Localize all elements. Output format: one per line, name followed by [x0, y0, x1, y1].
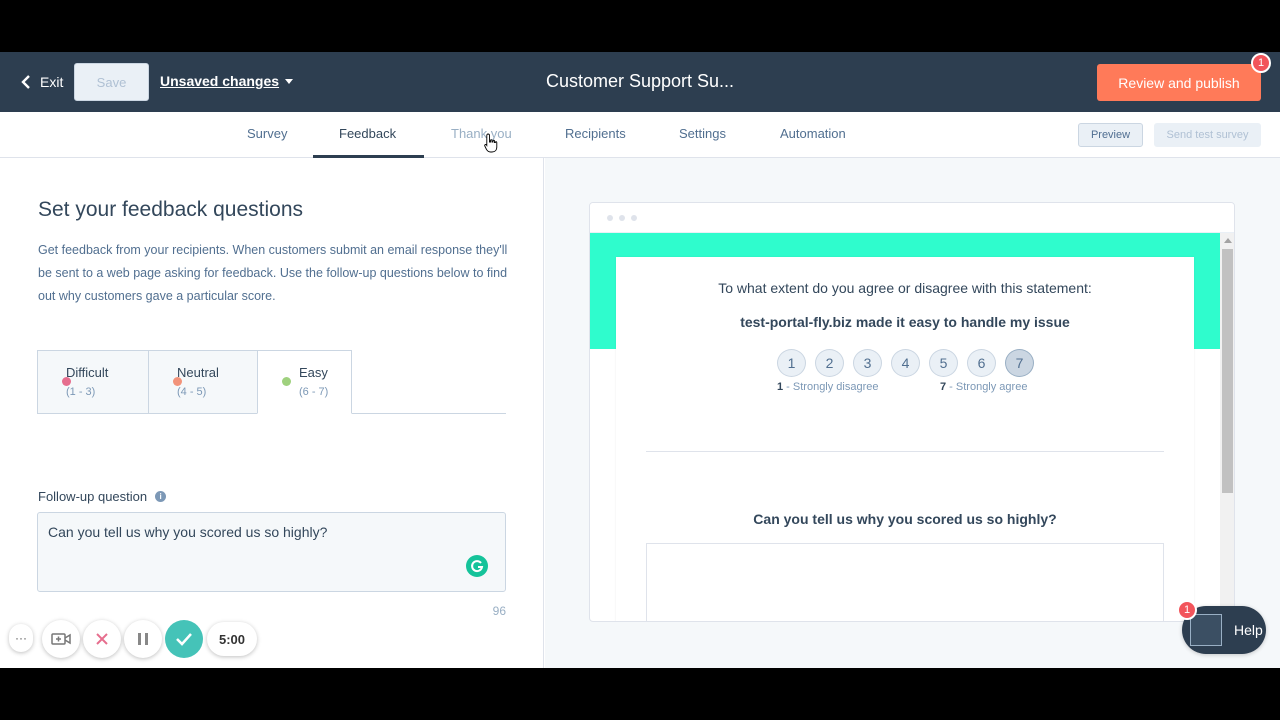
exit-label: Exit — [40, 74, 64, 90]
score-tab-range: (4 - 5) — [177, 386, 207, 398]
help-label: Help — [1234, 622, 1263, 638]
survey-editor: Exit Save Unsaved changes Customer Suppo… — [0, 52, 1280, 668]
scale-low-label: 1 - Strongly disagree — [777, 381, 879, 393]
camera-toggle-button[interactable] — [42, 620, 80, 658]
help-notification-badge: 1 — [1177, 600, 1197, 620]
finish-recording-button[interactable] — [165, 620, 203, 658]
rating-option-4[interactable]: 4 — [891, 349, 920, 377]
preview-browser-frame: To what extent do you agree or disagree … — [589, 202, 1235, 622]
section-divider — [646, 451, 1164, 452]
page-description: Get feedback from your recipients. When … — [38, 243, 508, 303]
close-icon — [96, 633, 108, 645]
rating-option-1[interactable]: 1 — [777, 349, 806, 377]
easy-dot-icon — [282, 377, 291, 386]
save-button[interactable]: Save — [74, 63, 149, 101]
exit-button[interactable]: Exit — [20, 70, 63, 94]
followup-answer-box[interactable] — [646, 543, 1164, 621]
difficult-dot-icon — [62, 377, 71, 386]
tab-recipients[interactable]: Recipients — [565, 126, 626, 141]
chevron-left-icon — [21, 75, 30, 89]
rating-scale: 1 2 3 4 5 6 7 — [777, 349, 1034, 377]
score-tab-label: Easy — [299, 365, 328, 380]
cancel-recording-button[interactable] — [83, 620, 121, 658]
score-range-tabs: Difficult (1 - 3) Neutral (4 - 5) Easy (… — [37, 350, 506, 414]
followup-question-label: Follow-up question i — [38, 489, 167, 504]
hand-cursor-icon — [484, 133, 498, 153]
survey-title[interactable]: Customer Support Su... — [440, 71, 840, 92]
scroll-up-arrow-icon[interactable] — [1224, 238, 1232, 243]
followup-question-preview: Can you tell us why you scored us so hig… — [753, 511, 1057, 527]
top-header: Exit Save Unsaved changes Customer Suppo… — [0, 52, 1280, 112]
survey-preview-panel: To what extent do you agree or disagree … — [545, 158, 1280, 668]
score-tab-range: (1 - 3) — [66, 386, 96, 398]
tab-automation[interactable]: Automation — [780, 126, 846, 141]
pause-icon — [138, 633, 148, 645]
browser-chrome — [590, 203, 1234, 233]
notification-badge: 1 — [1251, 53, 1271, 73]
page-title: Set your feedback questions — [38, 198, 304, 221]
review-and-publish-button[interactable]: Review and publish — [1097, 64, 1261, 101]
score-tab-range: (6 - 7) — [299, 386, 329, 398]
tab-feedback[interactable]: Feedback — [339, 126, 396, 141]
grammarly-icon[interactable] — [466, 555, 488, 577]
window-dot-icon — [607, 215, 613, 221]
rating-option-2[interactable]: 2 — [815, 349, 844, 377]
caret-down-icon — [285, 78, 294, 84]
score-tab-easy[interactable]: Easy (6 - 7) — [257, 350, 352, 414]
followup-question-input[interactable] — [37, 512, 506, 592]
send-test-survey-button[interactable]: Send test survey — [1154, 123, 1261, 147]
followup-label-text: Follow-up question — [38, 489, 148, 504]
recorder-more-button[interactable]: ··· — [9, 624, 33, 652]
score-tab-label: Neutral — [177, 365, 219, 380]
camera-icon — [51, 633, 71, 645]
feedback-editor-panel: Set your feedback questions Get feedback… — [0, 158, 544, 668]
window-dot-icon — [619, 215, 625, 221]
window-dot-icon — [631, 215, 637, 221]
character-count: 96 — [492, 604, 506, 618]
rating-option-6[interactable]: 6 — [967, 349, 996, 377]
rating-option-3[interactable]: 3 — [853, 349, 882, 377]
unsaved-changes-label: Unsaved changes — [160, 73, 280, 89]
scale-low-text: - Strongly disagree — [783, 381, 879, 393]
score-tab-neutral[interactable]: Neutral (4 - 5) — [148, 350, 258, 414]
score-tab-label: Difficult — [66, 365, 109, 380]
scale-high-text: - Strongly agree — [946, 381, 1028, 393]
scale-high-label: 7 - Strongly agree — [940, 381, 1027, 393]
survey-card: To what extent do you agree or disagree … — [616, 257, 1194, 621]
scrollbar-thumb[interactable] — [1222, 249, 1233, 493]
rating-question-intro: To what extent do you agree or disagree … — [718, 280, 1092, 296]
checkmark-icon — [176, 633, 192, 646]
neutral-dot-icon — [173, 377, 182, 386]
tab-survey[interactable]: Survey — [247, 126, 287, 141]
score-tab-difficult[interactable]: Difficult (1 - 3) — [37, 350, 149, 414]
rating-option-7[interactable]: 7 — [1005, 349, 1034, 377]
recording-timer: 5:00 — [207, 622, 257, 656]
info-icon[interactable]: i — [155, 491, 167, 502]
rating-option-5[interactable]: 5 — [929, 349, 958, 377]
tab-bar: Survey Feedback Thank you Recipients Set… — [0, 112, 1280, 158]
tab-settings[interactable]: Settings — [679, 126, 726, 141]
preview-button[interactable]: Preview — [1078, 123, 1143, 147]
pause-recording-button[interactable] — [124, 620, 162, 658]
unsaved-changes-dropdown[interactable]: Unsaved changes — [160, 73, 294, 89]
help-avatar-icon — [1190, 614, 1222, 646]
rating-statement: test-portal-fly.biz made it easy to hand… — [740, 314, 1070, 330]
tab-thank-you[interactable]: Thank you — [451, 126, 512, 141]
